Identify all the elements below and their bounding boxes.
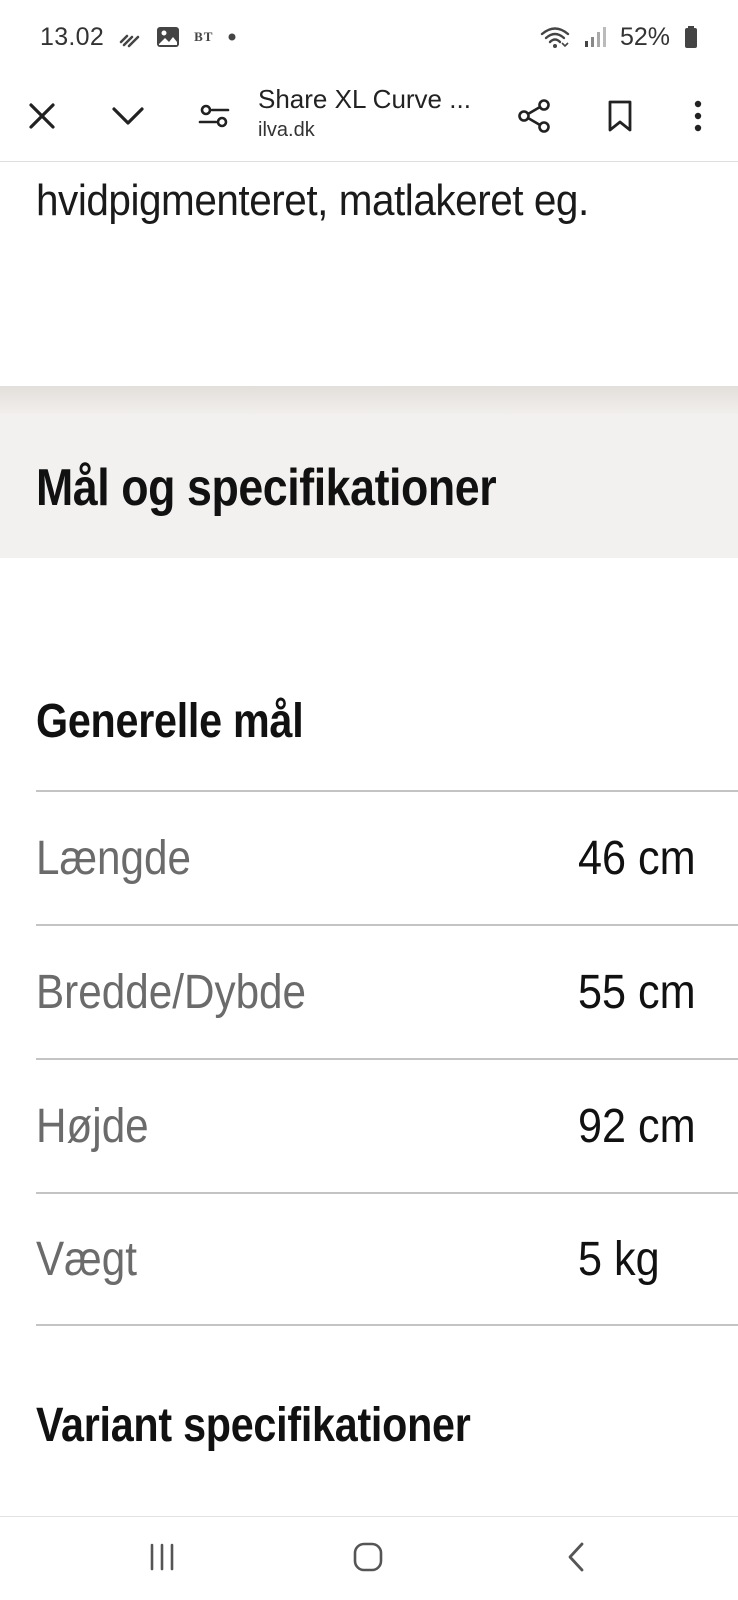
gallery-icon xyxy=(156,25,180,49)
browser-toolbar: Share XL Curve ... ilva.dk xyxy=(0,74,738,162)
dot-icon xyxy=(227,32,237,42)
bt-app-label: BT xyxy=(194,29,214,44)
recent-apps-icon xyxy=(147,1542,177,1577)
section-divider-shadow xyxy=(0,386,738,416)
spec-label: Længde xyxy=(36,831,192,885)
status-right: 52% xyxy=(540,23,698,52)
spec-label: Bredde/Dybde xyxy=(36,965,307,1019)
spec-row-length: Længde 46 cm xyxy=(36,790,738,924)
page-title: Share XL Curve ... xyxy=(258,84,471,114)
bookmark-icon xyxy=(606,99,634,138)
general-dimensions-title: Generelle mål xyxy=(36,695,304,748)
close-tab-button[interactable] xyxy=(12,74,72,162)
spec-table: Længde 46 cm Bredde/Dybde 55 cm Højde 92… xyxy=(36,790,738,1326)
bt-app-icon: BT xyxy=(194,29,213,45)
system-nav-bar xyxy=(0,1516,738,1600)
site-settings-button[interactable] xyxy=(184,74,244,162)
cell-signal-icon xyxy=(584,26,606,48)
browser-page: 13.02 BT 52% Share XL Curve ... ilva.dk … xyxy=(0,0,738,1600)
section-title: Mål og specifikationer xyxy=(36,459,497,517)
battery-percent: 52% xyxy=(619,22,670,51)
home-icon xyxy=(352,1541,384,1578)
spec-row-weight: Vægt 5 kg xyxy=(36,1192,738,1326)
spec-label: Vægt xyxy=(36,1232,137,1286)
share-button[interactable] xyxy=(504,74,564,162)
chevron-down-icon xyxy=(111,105,145,132)
more-options-button[interactable] xyxy=(668,74,728,162)
spec-row-width-depth: Bredde/Dybde 55 cm xyxy=(36,924,738,1058)
back-icon xyxy=(565,1541,587,1578)
page-url: ilva.dk xyxy=(258,119,315,141)
spec-value: 46 cm xyxy=(578,831,696,885)
more-vert-icon xyxy=(693,100,703,137)
bookmark-button[interactable] xyxy=(590,74,650,162)
product-description-line: hvidpigmenteret, matlakeret eg. xyxy=(36,176,589,225)
spec-row-height: Højde 92 cm xyxy=(36,1058,738,1192)
variant-specifications-title[interactable]: Variant specifikationer xyxy=(36,1398,471,1453)
battery-icon xyxy=(684,25,698,49)
spec-label: Højde xyxy=(36,1099,149,1153)
back-button[interactable] xyxy=(536,1517,616,1600)
share-icon xyxy=(516,98,552,139)
status-bar: 13.02 BT 52% xyxy=(0,0,738,74)
page-title-area[interactable]: Share XL Curve ... ilva.dk xyxy=(258,82,494,144)
close-icon xyxy=(27,101,57,136)
signal-waves-icon xyxy=(118,26,142,48)
tune-icon xyxy=(198,102,230,135)
spec-value: 5 kg xyxy=(578,1232,660,1286)
status-left: 13.02 BT xyxy=(40,23,237,52)
recent-apps-button[interactable] xyxy=(122,1517,202,1600)
minimize-tab-button[interactable] xyxy=(98,74,158,162)
wifi-icon xyxy=(540,25,570,49)
status-time: 13.02 xyxy=(40,22,105,51)
home-button[interactable] xyxy=(328,1517,408,1600)
spec-value: 55 cm xyxy=(578,965,696,1019)
spec-value: 92 cm xyxy=(578,1099,696,1153)
